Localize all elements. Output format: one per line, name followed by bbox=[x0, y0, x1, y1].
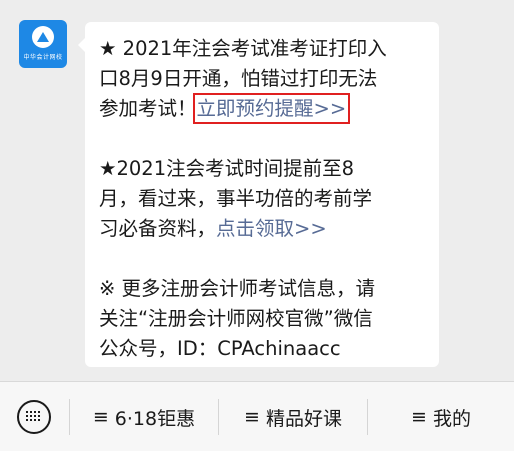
menu-item-premium-courses[interactable]: ≡ 精品好课 bbox=[219, 382, 367, 451]
logo-icon bbox=[32, 26, 54, 48]
menu-item-label: 我的 bbox=[432, 407, 471, 430]
menu-item-label: 6·18钜惠 bbox=[114, 407, 196, 430]
message-line: 月，看过来，事半功倍的考前学 bbox=[99, 187, 373, 210]
message-line: 关注“注册会计师网校官微”微信 bbox=[99, 307, 373, 330]
menu-item-label: 精品好课 bbox=[265, 407, 342, 430]
menu-item-mine[interactable]: ≡ 我的 bbox=[368, 382, 514, 451]
message-line: ★ 2021年注会考试准考证打印入 bbox=[99, 37, 387, 60]
message-line: ※ 更多注册会计师考试信息，请 bbox=[99, 277, 376, 300]
avatar-brand-text: 中华会计网校 bbox=[23, 54, 63, 61]
reserve-reminder-link[interactable]: 立即预约提醒>> bbox=[192, 93, 351, 124]
menu-icon: ≡ bbox=[244, 406, 260, 428]
message-line: 公众号，ID：CPAchinaacc bbox=[99, 337, 341, 360]
message-bubble: ★ 2021年注会考试准考证打印入 口8月9日开通，怕错过打印无法 参加考试！立… bbox=[78, 22, 439, 367]
menu-icon: ≡ bbox=[411, 406, 427, 428]
account-avatar[interactable]: 中华会计网校 bbox=[19, 20, 67, 68]
claim-materials-link[interactable]: 点击领取>> bbox=[216, 217, 327, 240]
message-paragraph: ※ 更多注册会计师考试信息，请 关注“注册会计师网校官微”微信 公众号，ID：C… bbox=[99, 274, 425, 364]
menu-item-618-deals[interactable]: ≡ 6·18钜惠 bbox=[70, 382, 218, 451]
menu-icon: ≡ bbox=[92, 406, 109, 428]
message-text: 习必备资料， bbox=[99, 217, 217, 240]
message-paragraph: ★ 2021年注会考试准考证打印入 口8月9日开通，怕错过打印无法 参加考试！立… bbox=[99, 34, 425, 124]
message-line: 习必备资料，点击领取>> bbox=[99, 214, 425, 244]
message-line: ★2021注会考试时间提前至8 bbox=[99, 157, 355, 180]
official-account-menu-bar: ≡ 6·18钜惠 ≡ 精品好课 ≡ 我的 bbox=[0, 381, 514, 451]
message-line: 口8月9日开通，怕错过打印无法 bbox=[99, 67, 378, 90]
keyboard-icon[interactable] bbox=[17, 400, 51, 434]
message-text: 参加考试！ bbox=[99, 97, 197, 120]
message-paragraph: ★2021注会考试时间提前至8 月，看过来，事半功倍的考前学 习必备资料，点击领… bbox=[99, 154, 425, 244]
message-line: 参加考试！立即预约提醒>> bbox=[99, 93, 425, 124]
